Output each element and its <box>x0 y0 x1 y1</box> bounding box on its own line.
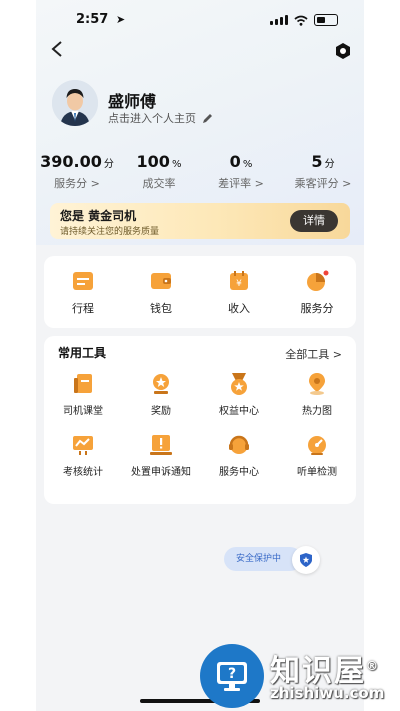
status-time: 2:57 <box>76 12 109 27</box>
stat-label: 成交率 <box>142 177 176 190</box>
quick-actions-card: 行程 钱包 ¥ 收入 服务分 <box>44 256 356 328</box>
phone-screen: 2:57 ➤ 盛师傅 点击进入个人主页 390.00 分 服务分 > 100 %… <box>36 0 364 711</box>
stat-label: 差评率 > <box>218 177 264 190</box>
quick-action-wallet[interactable]: 钱包 <box>122 256 200 328</box>
service-score-icon <box>307 270 329 291</box>
itinerary-icon <box>73 272 93 290</box>
monitor-question-icon: ? <box>217 662 247 691</box>
wallet-icon <box>151 273 171 289</box>
profile-link-label: 点击进入个人主页 <box>108 112 196 125</box>
tool-order-listening-check[interactable]: 听单检测 <box>278 433 356 478</box>
stat-service-score[interactable]: 390.00 分 服务分 > <box>36 152 118 191</box>
watermark-logo: ? <box>200 644 264 708</box>
edit-pencil-icon <box>203 113 212 123</box>
appeal-notice-icon <box>150 435 172 455</box>
tool-driver-class[interactable]: 司机课堂 <box>44 372 122 417</box>
tools-title: 常用工具 <box>58 346 107 360</box>
stat-unit: % <box>171 159 182 170</box>
driver-avatar-icon <box>52 80 98 126</box>
stat-unit: 分 <box>103 159 114 170</box>
tool-assessment-stats[interactable]: 考核统计 <box>44 433 122 478</box>
reward-icon <box>153 374 169 394</box>
stat-label: 服务分 > <box>54 177 100 190</box>
quick-action-service-score[interactable]: 服务分 <box>278 256 356 328</box>
tool-benefits-center[interactable]: 权益中心 <box>200 372 278 417</box>
avatar[interactable] <box>52 80 98 126</box>
quick-action-label: 收入 <box>228 302 250 315</box>
battery-icon <box>314 14 338 26</box>
service-center-icon <box>229 435 249 454</box>
stat-label: 乘客评分 > <box>294 177 352 190</box>
details-button[interactable]: 详情 <box>290 210 338 232</box>
quick-action-label: 服务分 <box>300 302 334 315</box>
assessment-stats-icon <box>73 436 93 455</box>
safety-protection[interactable]: 安全保护中 <box>224 546 320 574</box>
heatmap-icon <box>309 373 325 395</box>
registered-mark-icon: ® <box>366 659 380 673</box>
banner-title: 您是 黄金司机 <box>60 209 137 223</box>
safety-shield-button[interactable] <box>292 546 320 574</box>
shield-icon <box>300 553 312 567</box>
settings-button[interactable] <box>334 42 350 59</box>
stat-unit: % <box>242 159 253 170</box>
common-tools-card: 常用工具 全部工具 > 司机课堂 奖励 权益中心 热力图 考核统计 处置申诉通知… <box>44 336 356 504</box>
order-listening-check-icon <box>308 436 326 455</box>
tool-label: 服务中心 <box>219 467 259 478</box>
gear-icon <box>336 43 350 59</box>
stat-value: 0 <box>229 152 241 171</box>
watermark: ? 知识屋® zhishiwu.com <box>200 644 396 708</box>
location-arrow-icon: ➤ <box>116 13 126 26</box>
banner-subtitle: 请持续关注您的服务质量 <box>60 227 160 237</box>
benefits-icon <box>231 373 247 395</box>
safety-label: 安全保护中 <box>224 547 302 571</box>
svg-text:¥: ¥ <box>236 279 242 289</box>
tool-label: 处置申诉通知 <box>131 467 191 478</box>
stats-row: 390.00 分 服务分 > 100% 成交率 0% 差评率 > 5分 乘客评分 … <box>36 152 364 191</box>
stat-value: 100 <box>136 152 170 171</box>
income-icon: ¥ <box>230 271 248 290</box>
stat-deal-rate: 100% 成交率 <box>118 152 200 191</box>
tool-heatmap[interactable]: 热力图 <box>278 372 356 417</box>
profile-link[interactable]: 点击进入个人主页 <box>108 110 213 126</box>
quick-action-income[interactable]: ¥ 收入 <box>200 256 278 328</box>
tool-appeal-notice[interactable]: 处置申诉通知 <box>122 433 200 478</box>
tool-label: 权益中心 <box>219 406 259 417</box>
tool-label: 热力图 <box>302 406 332 417</box>
gold-driver-banner: 您是 黄金司机 请持续关注您的服务质量 详情 <box>50 203 350 239</box>
stat-value: 5 <box>311 152 323 171</box>
tool-label: 听单检测 <box>297 467 337 478</box>
tool-label: 考核统计 <box>63 467 103 478</box>
quick-action-label: 行程 <box>72 302 94 315</box>
signal-icon <box>270 15 288 25</box>
status-bar: 2:57 ➤ <box>36 12 364 32</box>
quick-action-label: 钱包 <box>150 302 172 315</box>
quick-action-itinerary[interactable]: 行程 <box>44 256 122 328</box>
driver-name: 盛师傅 <box>108 92 157 111</box>
chevron-left-icon <box>51 41 62 57</box>
watermark-url: zhishiwu.com <box>270 684 385 702</box>
tool-service-center[interactable]: 服务中心 <box>200 433 278 478</box>
stat-unit: 分 <box>324 159 335 170</box>
tool-reward[interactable]: 奖励 <box>122 372 200 417</box>
tool-label: 奖励 <box>151 406 171 417</box>
tools-grid: 司机课堂 奖励 权益中心 热力图 考核统计 处置申诉通知 服务中心 听单检测 <box>44 372 356 478</box>
stat-passenger-rating[interactable]: 5分 乘客评分 > <box>282 152 364 191</box>
svg-text:?: ? <box>228 666 236 682</box>
driver-class-icon <box>74 374 92 393</box>
stat-value: 390.00 <box>40 152 102 171</box>
back-button[interactable] <box>50 40 70 60</box>
wifi-icon <box>294 15 308 26</box>
all-tools-link[interactable]: 全部工具 > <box>285 346 342 362</box>
stat-bad-review-rate[interactable]: 0% 差评率 > <box>200 152 282 191</box>
tool-label: 司机课堂 <box>63 406 103 417</box>
